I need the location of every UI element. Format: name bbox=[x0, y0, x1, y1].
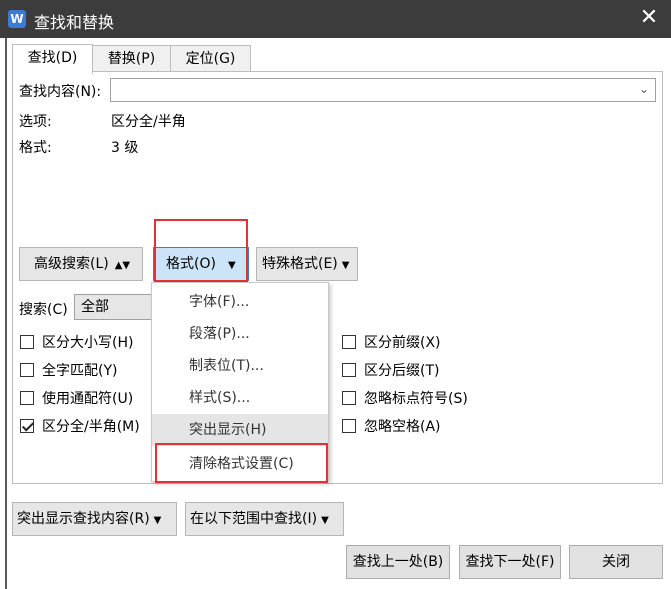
checkbox-box[interactable] bbox=[342, 419, 356, 433]
menu-item-tabs[interactable]: 制表位(T)... bbox=[152, 350, 328, 382]
checkbox-wildcards[interactable]: 使用通配符(U) bbox=[20, 388, 133, 408]
format-label: 格式: bbox=[19, 140, 52, 156]
title-bar: W 查找和替换 ✕ bbox=[0, 0, 671, 38]
chevron-down-icon[interactable]: ⌄ bbox=[639, 82, 649, 96]
checkbox-box[interactable] bbox=[20, 363, 34, 377]
options-value: 区分全/半角 bbox=[111, 114, 186, 130]
checkbox-match-case[interactable]: 区分大小写(H) bbox=[20, 332, 133, 352]
search-scope-label: 搜索(C) bbox=[19, 302, 68, 318]
find-next-button[interactable]: 查找下一处(F) bbox=[459, 545, 561, 579]
advanced-search-label: 高级搜索(L) bbox=[34, 256, 109, 272]
checkbox-ignore-spaces[interactable]: 忽略空格(A) bbox=[342, 416, 441, 436]
menu-item-font[interactable]: 字体(F)... bbox=[152, 286, 328, 318]
dropdown-arrow-icon: ▼ bbox=[321, 515, 329, 526]
highlight-find-button[interactable]: 突出显示查找内容(R) ▼ bbox=[12, 502, 177, 536]
find-content-input[interactable]: ⌄ bbox=[110, 78, 656, 102]
checkbox-whole-word[interactable]: 全字匹配(Y) bbox=[20, 360, 117, 380]
checkbox-ignore-punctuation[interactable]: 忽略标点符号(S) bbox=[342, 388, 468, 408]
options-label: 选项: bbox=[19, 114, 52, 130]
wps-writer-icon: W bbox=[8, 10, 26, 28]
menu-item-highlight[interactable]: 突出显示(H) bbox=[152, 414, 328, 446]
checkbox-match-suffix[interactable]: 区分后缀(T) bbox=[342, 360, 439, 380]
special-format-button[interactable]: 特殊格式(E) ▼ bbox=[256, 247, 358, 281]
highlight-box-format bbox=[154, 219, 248, 282]
checkbox-box[interactable] bbox=[342, 363, 356, 377]
checkbox-box[interactable] bbox=[20, 391, 34, 405]
advanced-search-button[interactable]: 高级搜索(L) ▲▼ bbox=[19, 247, 143, 281]
find-in-range-button[interactable]: 在以下范围中查找(I) ▼ bbox=[185, 502, 344, 536]
tab-find[interactable]: 查找(D) bbox=[12, 44, 93, 74]
find-in-range-label: 在以下范围中查找(I) bbox=[190, 511, 318, 527]
highlight-box-clear-formatting bbox=[155, 443, 328, 483]
highlight-find-label: 突出显示查找内容(R) bbox=[17, 511, 150, 527]
checkbox-box[interactable] bbox=[20, 335, 34, 349]
menu-item-style[interactable]: 样式(S)... bbox=[152, 382, 328, 414]
close-button[interactable]: 关闭 bbox=[569, 545, 663, 579]
dropdown-arrow-icon: ▼ bbox=[341, 260, 350, 271]
tab-replace[interactable]: 替换(P) bbox=[92, 45, 171, 73]
window-left-border bbox=[5, 38, 7, 589]
find-content-label: 查找内容(N): bbox=[19, 84, 102, 100]
find-previous-button[interactable]: 查找上一处(B) bbox=[346, 545, 450, 579]
menu-item-paragraph[interactable]: 段落(P)... bbox=[152, 318, 328, 350]
special-format-label: 特殊格式(E) bbox=[262, 256, 338, 272]
checkbox-full-half-width[interactable]: 区分全/半角(M) bbox=[20, 416, 140, 436]
checkbox-box[interactable] bbox=[342, 391, 356, 405]
close-window-button[interactable]: ✕ bbox=[635, 4, 663, 32]
checkbox-box[interactable] bbox=[342, 335, 356, 349]
tab-goto[interactable]: 定位(G) bbox=[170, 45, 251, 73]
format-value: 3 级 bbox=[111, 140, 139, 156]
checkbox-match-prefix[interactable]: 区分前缀(X) bbox=[342, 332, 441, 352]
checkbox-box-checked[interactable] bbox=[20, 419, 34, 433]
window-title: 查找和替换 bbox=[34, 13, 115, 32]
dropdown-arrow-icon: ▼ bbox=[153, 515, 162, 526]
search-scope-select[interactable]: 全部 bbox=[74, 294, 154, 320]
up-down-arrow-icon: ▲▼ bbox=[114, 260, 131, 271]
